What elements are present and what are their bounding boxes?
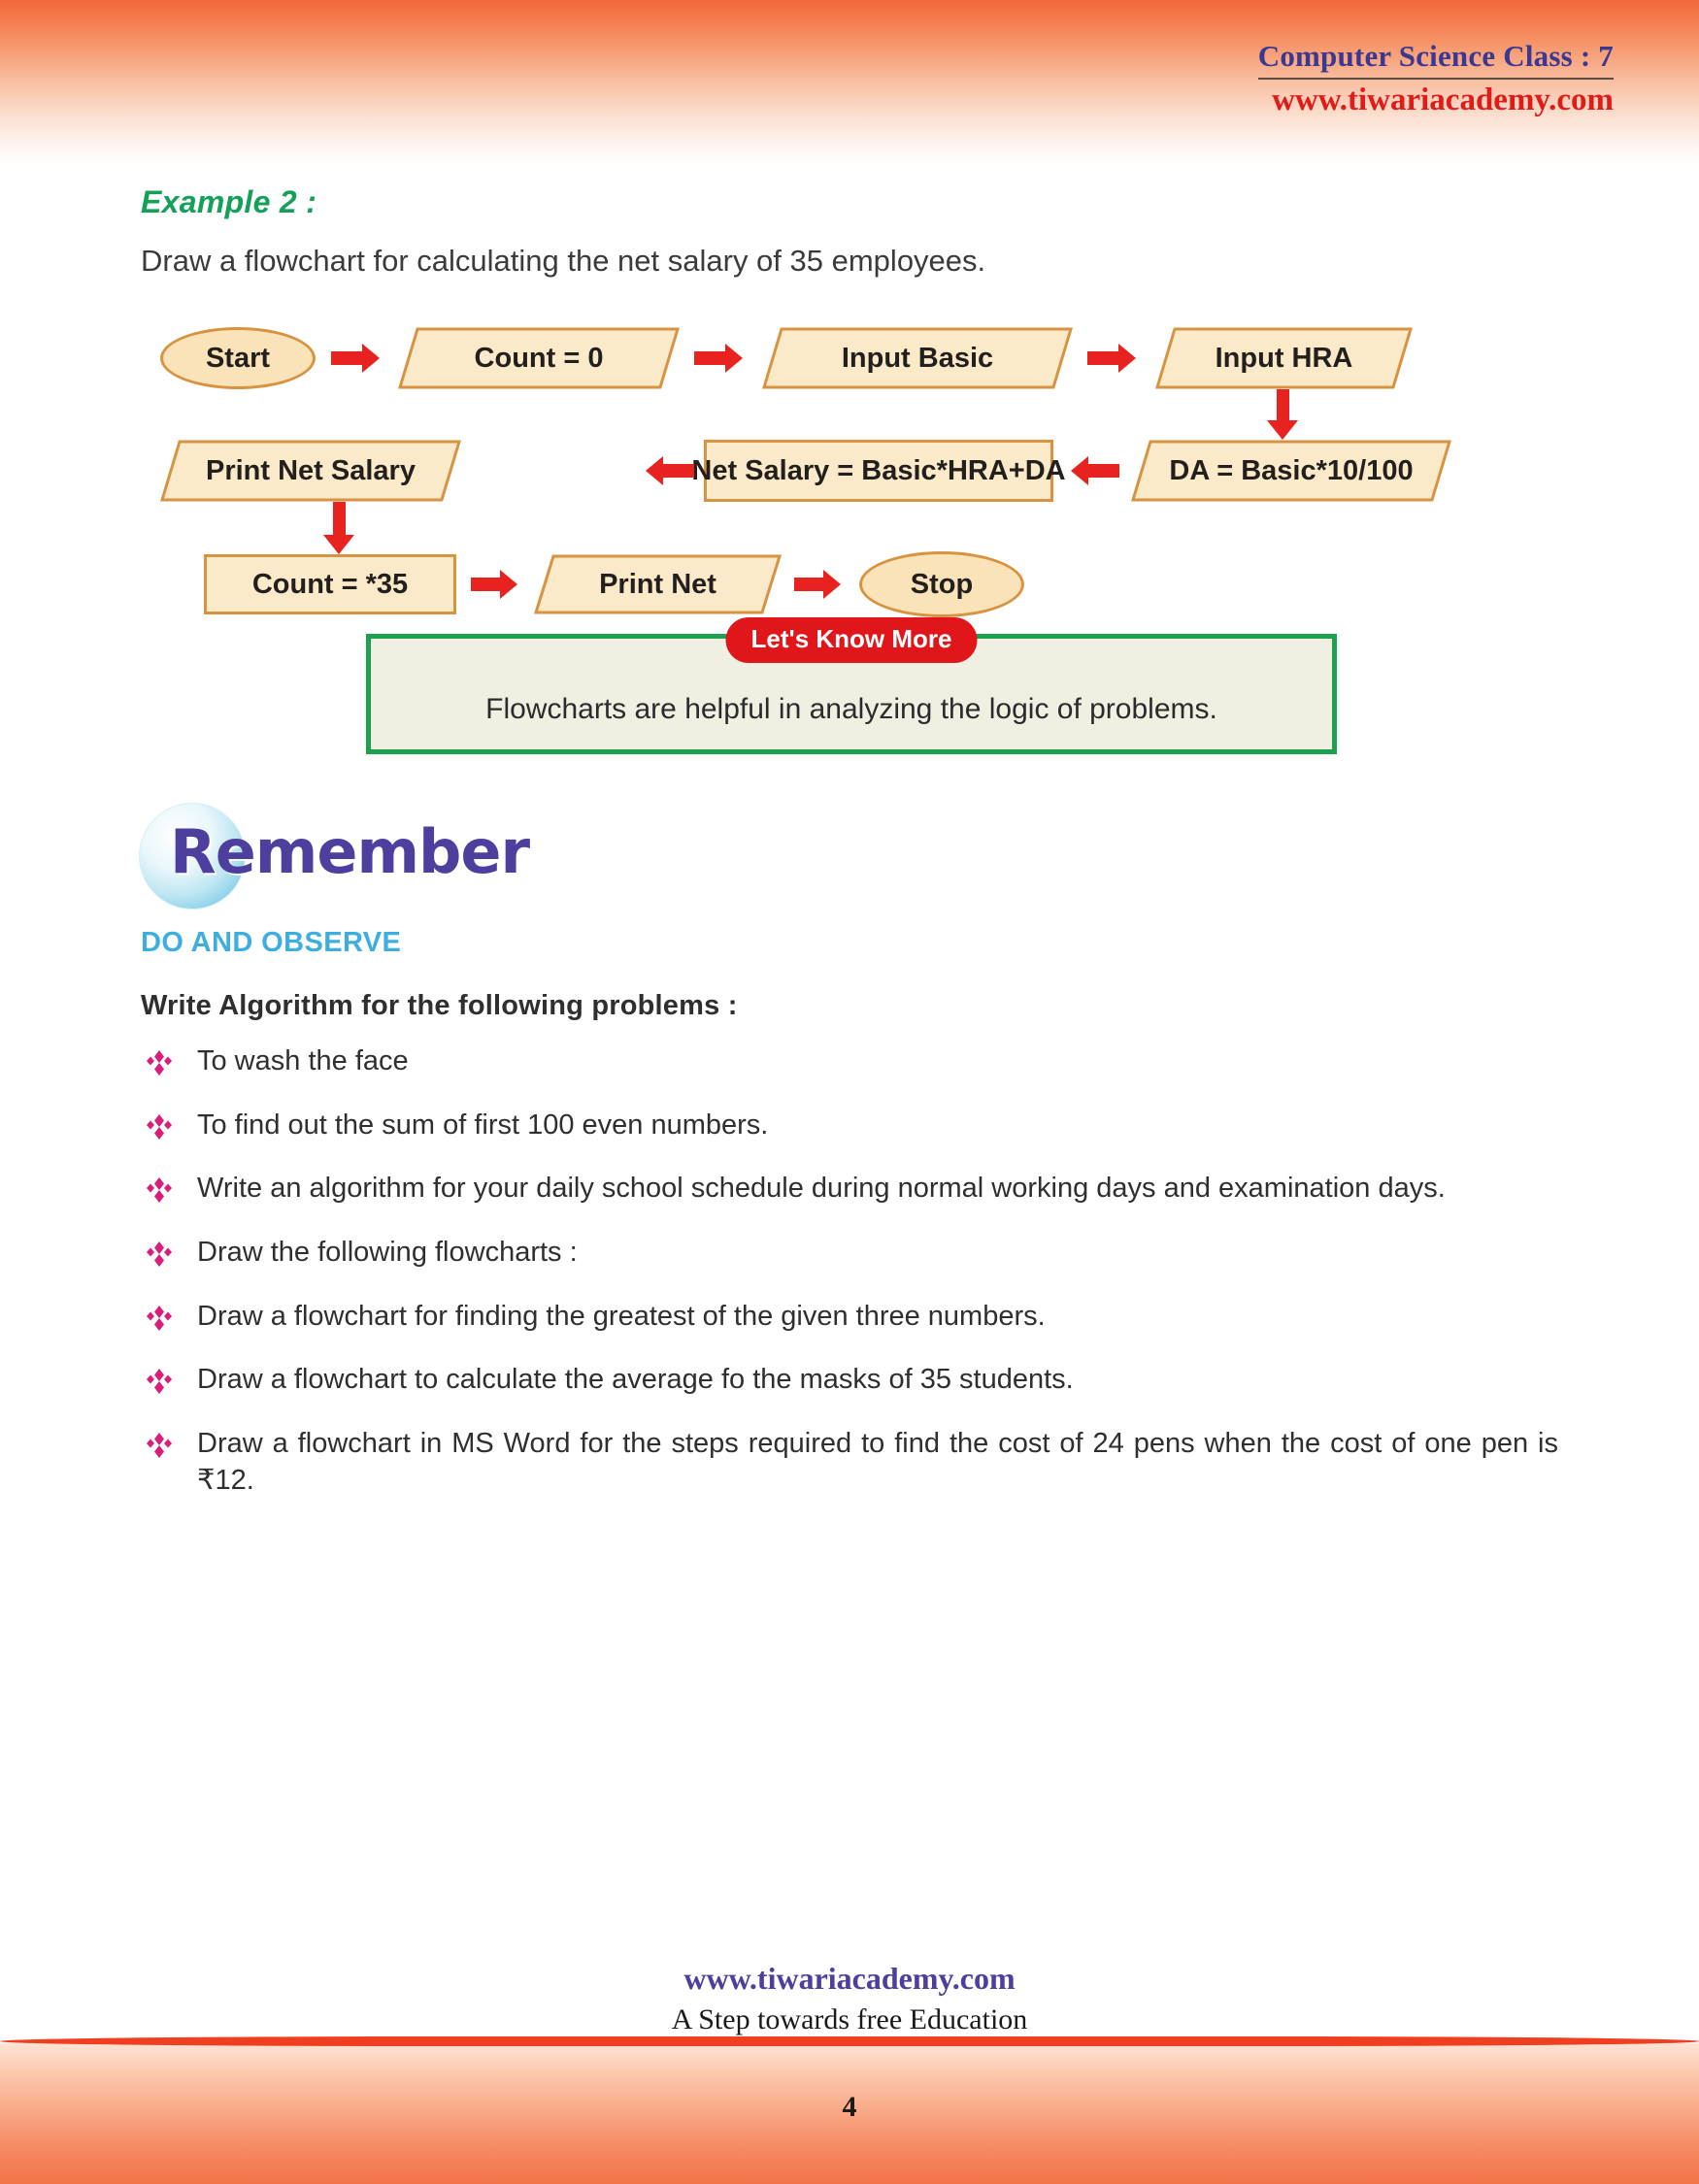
flow-arrowhead-icon (646, 456, 663, 485)
flow-arrowhead-icon (1071, 456, 1088, 485)
page-footer: www.tiwariacademy.com A Step towards fre… (0, 1922, 1699, 2184)
flow-node-print-net: Print Net (534, 554, 782, 614)
flow-arrow-inputbasic-to-inputhra (1087, 351, 1118, 365)
list-item-text: To wash the face (197, 1045, 409, 1076)
example-label: Example 2 : (141, 184, 317, 219)
flow-arrow-printnet-to-stop (794, 578, 823, 591)
header-branding: Computer Science Class : 7 www.tiwariaca… (1257, 39, 1614, 119)
lets-know-more-badge: Let's Know More (725, 617, 978, 663)
list-item-text: Draw a flowchart in MS Word for the step… (197, 1428, 1558, 1496)
flow-arrow-count35-to-printnet (471, 578, 500, 591)
flow-node-net-salary: Net Salary = Basic*HRA+DA (691, 440, 1066, 502)
page-number: 4 (842, 2091, 857, 2123)
flow-arrowhead-icon (823, 570, 841, 599)
flow-arrow-netsalary-to-printnetsalary (663, 464, 694, 478)
flow-node-input-hra: Input HRA (1155, 327, 1413, 389)
flow-node-print-net-salary: Print Net Salary (160, 440, 461, 502)
flow-node-label: Start (205, 342, 271, 374)
flow-arrowhead-icon (725, 344, 743, 373)
flow-node-count35: Count = *35 (204, 554, 456, 614)
lets-know-more-text: Flowcharts are helpful in analyzing the … (485, 693, 1217, 725)
list-item: To find out the sum of first 100 even nu… (141, 1108, 1558, 1144)
do-and-observe-subtitle: DO AND OBSERVE (141, 927, 402, 958)
document-page: Computer Science Class : 7 www.tiwariaca… (0, 0, 1699, 2184)
header-website-url: www.tiwariacademy.com (1272, 82, 1614, 117)
flow-arrowhead-icon (1118, 344, 1136, 373)
flow-arrowhead-icon (362, 344, 380, 373)
flow-node-da: DA = Basic*10/100 (1131, 440, 1451, 502)
list-item-text: To find out the sum of first 100 even nu… (197, 1109, 769, 1141)
flow-node-input-basic: Input Basic (762, 327, 1073, 389)
list-item-text: Draw a flowchart for finding the greates… (197, 1300, 1046, 1332)
list-item: Write an algorithm for your daily school… (141, 1171, 1558, 1208)
remember-heading-block: Remember (139, 803, 1558, 911)
diamond-bullet-icon (147, 1177, 172, 1204)
flow-arrow-inputhra-to-da (1277, 389, 1289, 424)
flow-arrow-printnetsalary-to-count35 (333, 502, 346, 539)
flow-arrow-da-to-netsalary (1088, 464, 1119, 478)
flow-arrow-count0-to-inputbasic (694, 351, 725, 365)
flow-arrowhead-icon (323, 535, 354, 554)
flow-node-count0: Count = 0 (398, 327, 680, 389)
diamond-bullet-icon (147, 1305, 172, 1331)
remember-title: Remember (170, 816, 530, 887)
flow-node-label: DA = Basic*10/100 (1169, 454, 1414, 486)
flow-node-stop: Stop (859, 551, 1024, 617)
flow-node-label: Count = 0 (474, 342, 604, 374)
diamond-bullet-icon (147, 1433, 172, 1459)
task-list: To wash the face To find out the sum of … (141, 1043, 1558, 1500)
flow-node-label: Input HRA (1215, 342, 1353, 374)
list-item: Draw the following flowcharts : (141, 1235, 1558, 1272)
flow-node-label: Input Basic (841, 342, 994, 374)
flow-arrow-start-to-count0 (331, 351, 362, 365)
list-item: Draw a flowchart for finding the greates… (141, 1299, 1558, 1336)
footer-tagline: A Step towards free Education (671, 2003, 1028, 2035)
list-item-text: Draw a flowchart to calculate the averag… (197, 1364, 1074, 1396)
flow-arrowhead-icon (1267, 420, 1298, 440)
header-title: Computer Science Class : 7 (1257, 39, 1614, 73)
flow-node-start: Start (160, 327, 316, 389)
list-item: To wash the face (141, 1043, 1558, 1080)
header-divider (1257, 77, 1614, 80)
list-item-text: Draw the following flowcharts : (197, 1237, 578, 1269)
flow-node-label: Net Salary = Basic*HRA+DA (691, 454, 1066, 486)
write-algorithm-heading: Write Algorithm for the following proble… (141, 990, 738, 1021)
flow-arrowhead-icon (500, 570, 517, 599)
footer-divider-bar (0, 2036, 1699, 2046)
diamond-bullet-icon (147, 1113, 172, 1140)
diamond-bullet-icon (147, 1241, 172, 1268)
footer-website-url: www.tiwariacademy.com (683, 1961, 1016, 1996)
diamond-bullet-icon (147, 1050, 172, 1075)
flow-node-label: Print Net (599, 568, 716, 600)
example-description: Draw a flowchart for calculating the net… (141, 244, 986, 278)
flowchart-diagram: Start Count = 0 Input Basic Input HRA DA… (141, 304, 1558, 617)
diamond-bullet-icon (147, 1369, 172, 1395)
lets-know-more-box: Let's Know More Flowcharts are helpful i… (366, 617, 1337, 754)
page-content: Example 2 : Draw a flowchart for calcula… (139, 184, 1558, 1527)
list-item-text: Write an algorithm for your daily school… (197, 1173, 1446, 1205)
list-item: Draw a flowchart in MS Word for the step… (141, 1426, 1558, 1499)
flow-node-label: Print Net Salary (206, 454, 416, 486)
list-item: Draw a flowchart to calculate the averag… (141, 1362, 1558, 1399)
flow-node-label: Stop (910, 568, 974, 600)
flow-node-label: Count = *35 (251, 568, 409, 600)
